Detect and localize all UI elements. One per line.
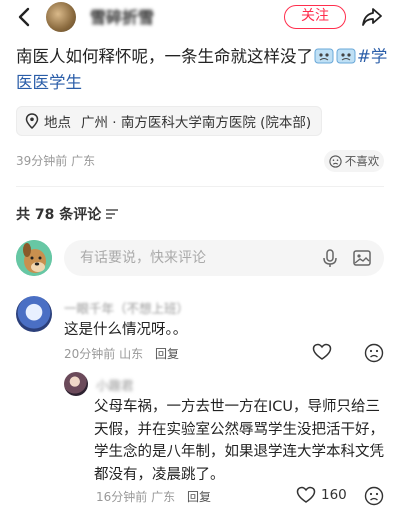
reply-text: 父母车祸，一方去世一方在ICU，导师只给三天假，并在实验室公然辱骂学生没把活干好… (94, 399, 384, 483)
top-bar: 雪碎折雪 关注 (0, 0, 400, 34)
reply-region: 广东 (151, 490, 176, 504)
replier-name[interactable]: 小趣君 (96, 375, 134, 394)
my-avatar (16, 240, 52, 276)
commenter-name[interactable]: 一眼千年（不想上班） (64, 298, 189, 317)
location-key: 地点 (44, 115, 71, 131)
comment-meta: 20分钟前 山东 回复 (64, 345, 179, 362)
post-meta: 39分钟前 广东 (16, 152, 95, 169)
author-name[interactable]: 雪碎折雪 (90, 4, 154, 28)
heart-icon (296, 486, 316, 503)
post-content: 南医人如何释怀呢，一条生命就这样没了 #学医医学生 (16, 44, 388, 96)
sad-face-icon[interactable] (364, 343, 384, 363)
dislike-label: 不喜欢 (344, 154, 380, 168)
crying-emoji-icon (336, 48, 356, 64)
post-region: 广东 (71, 154, 96, 168)
dog-avatar-icon (16, 240, 52, 276)
heart-icon[interactable] (312, 343, 332, 361)
location-value: 广州 · 南方医科大学南方医院 (院本部) (81, 115, 312, 131)
comment-count-label: 共 78 条评论 (16, 207, 102, 223)
microphone-icon[interactable] (320, 248, 340, 268)
crying-emoji-icon (314, 48, 334, 64)
location-pin-icon (25, 113, 39, 129)
reply-button[interactable]: 回复 (155, 347, 179, 361)
author-avatar[interactable] (46, 2, 76, 32)
post-text: 南医人如何释怀呢，一条生命就这样没了 (16, 47, 313, 66)
commenter-avatar[interactable] (16, 296, 52, 332)
comment-region: 山东 (119, 347, 144, 361)
dislike-button[interactable]: 不喜欢 (324, 150, 384, 172)
reply-meta: 16分钟前 广东 回复 (96, 488, 211, 505)
like-count: 160 (321, 487, 347, 503)
comment-count: 共 78 条评论 (16, 204, 119, 224)
back-arrow-icon[interactable] (14, 6, 36, 28)
follow-button[interactable]: 关注 (284, 5, 346, 29)
post-time: 39分钟前 (16, 154, 68, 168)
like-button[interactable]: 160 (296, 486, 347, 504)
reply-button[interactable]: 回复 (187, 490, 211, 504)
comment-text: 这是什么情况呀。。 (64, 322, 188, 338)
reply-time: 16分钟前 (96, 490, 148, 504)
share-icon[interactable] (360, 5, 384, 29)
sad-face-icon (329, 154, 342, 168)
replier-avatar[interactable] (64, 372, 88, 396)
divider (16, 186, 384, 187)
sort-icon[interactable] (105, 208, 119, 220)
image-icon[interactable] (352, 248, 372, 268)
location-chip[interactable]: 地点 广州 · 南方医科大学南方医院 (院本部) (16, 106, 323, 136)
comment-time: 20分钟前 (64, 347, 116, 361)
sad-face-icon[interactable] (364, 486, 384, 506)
